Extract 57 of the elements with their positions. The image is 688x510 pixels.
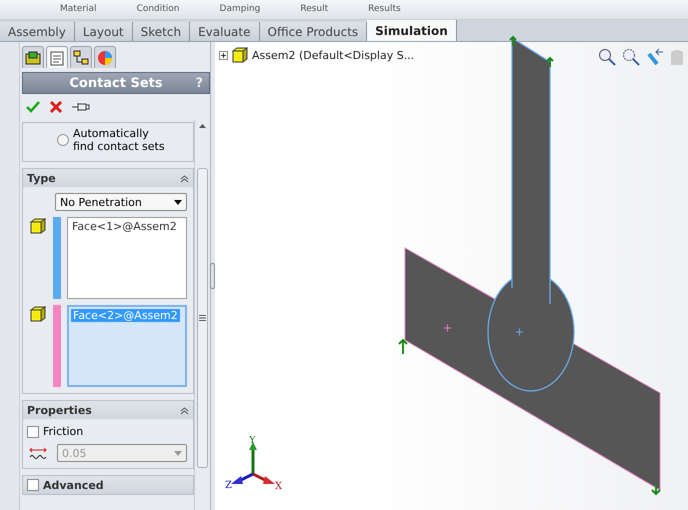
checkbox[interactable] (27, 479, 39, 491)
axis-label: Z (225, 480, 232, 491)
ribbon-label[interactable]: Condition (136, 4, 180, 14)
ribbon-label[interactable]: Material (60, 4, 97, 14)
center-mark-icon (516, 328, 524, 336)
fixture-marker-icon (398, 338, 408, 355)
dropdown-arrow-icon (174, 450, 182, 456)
ribbon-tab[interactable]: Evaluate (190, 22, 260, 41)
radio-label: Automatically find contact sets (73, 127, 166, 153)
ribbon-tab[interactable]: Layout (74, 22, 133, 41)
collapse-icon[interactable] (180, 174, 189, 182)
radio-button[interactable] (57, 134, 69, 146)
assembly-icon (231, 46, 249, 64)
ribbon-tab[interactable]: Office Products (260, 22, 368, 41)
fixture-marker-icon (546, 56, 554, 68)
scroll-up-icon[interactable] (199, 124, 206, 128)
zoom-icon[interactable] (598, 48, 616, 66)
grip-icon (199, 315, 206, 321)
cube-icon (29, 217, 47, 235)
dropdown-arrow-icon (174, 200, 182, 204)
panel-tab[interactable] (22, 46, 44, 68)
panel-tab[interactable] (46, 46, 68, 68)
ribbon-label[interactable]: Results (368, 4, 401, 14)
section-title: Properties (27, 404, 92, 416)
friction-icon (29, 446, 47, 460)
checkbox[interactable] (27, 426, 39, 438)
tree-item[interactable]: Assem2 (Default<Display S... (252, 48, 414, 62)
scroll-thumb[interactable] (197, 168, 208, 468)
collapse-icon[interactable] (180, 406, 189, 414)
fixture-marker-icon (509, 36, 517, 47)
center-mark-icon (444, 324, 452, 332)
selection-list[interactable]: Face<1>@Assem2 (67, 217, 187, 299)
list-item[interactable]: Face<1>@Assem2 (70, 220, 179, 233)
axis-label: Y (249, 436, 256, 446)
expand-toggle-icon[interactable] (219, 50, 228, 60)
ribbon-tab[interactable]: Sketch (132, 22, 190, 41)
axis-label: X (275, 481, 282, 492)
cube-icon (29, 305, 47, 323)
previous-view-icon[interactable] (646, 48, 664, 66)
axis-triad-drawing (231, 442, 275, 484)
ribbon-label[interactable]: Damping (220, 4, 260, 14)
ribbon-tab[interactable]: Simulation (367, 20, 457, 41)
pin-icon[interactable] (72, 102, 90, 112)
checkbox-label: Friction (43, 425, 84, 438)
ribbon-label[interactable]: Result (300, 4, 328, 14)
ribbon-tab[interactable]: Assembly (0, 22, 75, 41)
section-title: Advanced (43, 478, 104, 492)
type-dropdown[interactable]: No Penetration (55, 193, 187, 211)
cancel-icon[interactable] (50, 101, 62, 113)
ok-icon[interactable] (26, 101, 40, 113)
panel-tab[interactable] (70, 46, 92, 68)
scrollbar[interactable] (194, 120, 210, 510)
fixture-marker-icon (651, 483, 661, 496)
section-title: Type (27, 172, 56, 184)
zoom-area-icon[interactable] (622, 48, 640, 66)
panel-title: Contact Sets ? (22, 72, 210, 94)
splitter-handle[interactable] (210, 263, 215, 289)
